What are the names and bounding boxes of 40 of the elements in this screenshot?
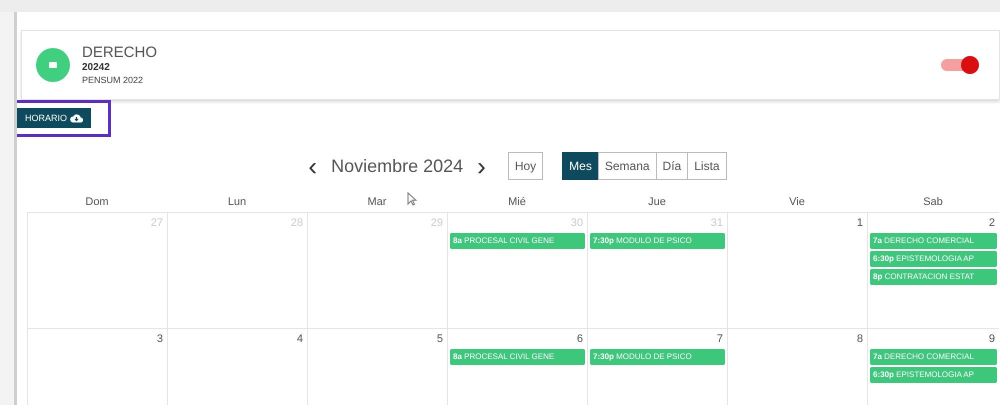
calendar-event[interactable]: 6:30p EPISTEMOLOGIA AP <box>870 251 997 267</box>
weekday-header: Sab <box>923 196 943 208</box>
weekday-header: Dom <box>85 196 109 208</box>
day-number: 8 <box>856 332 864 347</box>
today-button[interactable]: Hoy <box>508 152 544 180</box>
cloud-download-icon <box>70 113 84 123</box>
day-number: 6 <box>576 332 584 347</box>
weekday-header: Mar <box>368 196 386 208</box>
day-number: 7 <box>716 332 724 347</box>
calendar-event[interactable]: 7:30p MODULO DE PSICO <box>590 233 725 249</box>
program-icon <box>36 48 70 82</box>
calendar-event[interactable]: 7a DERECHO COMERCIAL <box>870 233 997 249</box>
weekday-header: Jue <box>648 196 666 208</box>
calendar-event[interactable]: 8a PROCESAL CIVIL GENE <box>450 233 585 249</box>
schedule-button[interactable]: HORARIO <box>17 108 92 128</box>
calendar-event[interactable]: 7a DERECHO COMERCIAL <box>870 349 997 365</box>
view-tab[interactable]: Mes <box>562 152 599 180</box>
month-title: Noviembre 2024 <box>331 156 464 176</box>
day-number: 3 <box>156 332 164 347</box>
calendar-event[interactable]: 8a PROCESAL CIVIL GENE <box>450 349 585 365</box>
pensum-label: PENSUM 2022 <box>82 74 144 86</box>
weekday-header: Lun <box>228 196 246 208</box>
day-number: 4 <box>296 332 304 347</box>
day-number: 9 <box>988 332 996 347</box>
calendar-event[interactable]: 8p CONTRATACION ESTAT <box>870 269 997 285</box>
day-number: 5 <box>436 332 444 347</box>
view-tab[interactable]: Semana <box>598 152 657 180</box>
pointer-cursor-icon <box>407 192 417 206</box>
program-code: 20242 <box>82 61 111 74</box>
weekday-header: Mié <box>508 196 526 208</box>
day-number: 2 <box>988 216 996 231</box>
view-tab[interactable]: Lista <box>687 152 727 180</box>
view-tab[interactable]: Día <box>656 152 688 180</box>
next-button[interactable]: › <box>471 156 492 176</box>
day-number: 1 <box>856 216 864 231</box>
program-title: DERECHO <box>82 44 158 61</box>
calendar-event[interactable]: 6:30p EPISTEMOLOGIA AP <box>870 367 997 383</box>
calendar-event[interactable]: 7:30p MODULO DE PSICO <box>590 349 725 365</box>
weekday-header: Vie <box>789 196 805 208</box>
previous-button[interactable]: ‹ <box>302 156 324 176</box>
